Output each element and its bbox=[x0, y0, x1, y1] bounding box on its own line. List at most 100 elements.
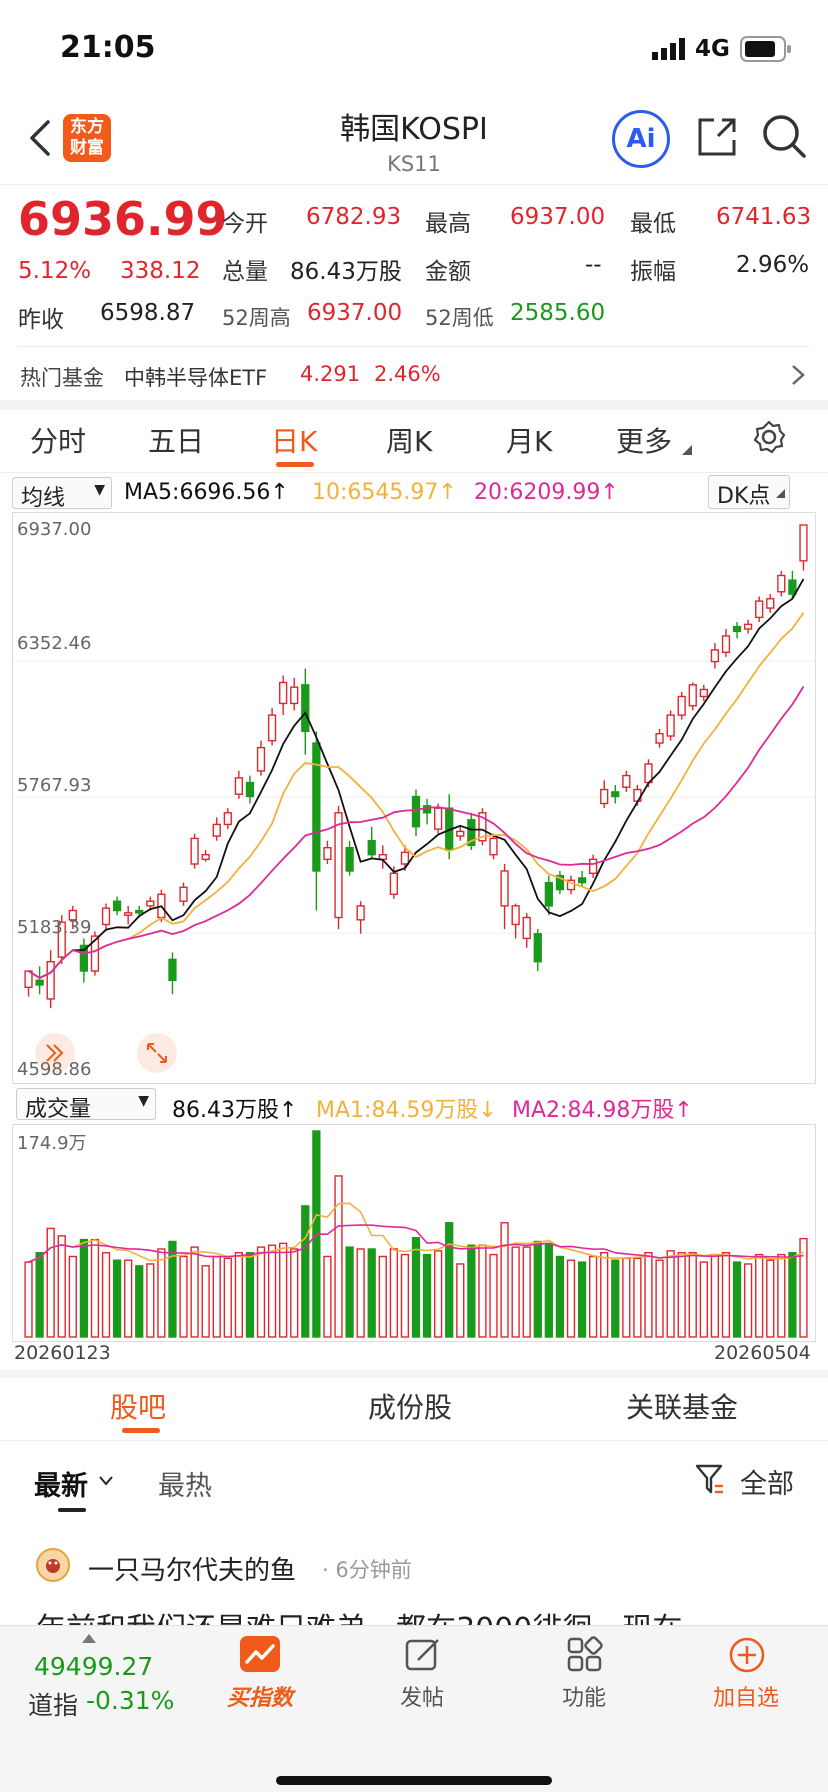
dk-label: DK点 bbox=[717, 484, 771, 509]
add-watchlist-button[interactable]: 加自选 bbox=[686, 1636, 806, 1716]
candle-body bbox=[522, 916, 531, 940]
vol-ma2-legend: MA2:84.98万股↑ bbox=[512, 1098, 693, 1123]
tab-wuri[interactable]: 五日 bbox=[148, 420, 204, 460]
tab-more[interactable]: 更多 bbox=[616, 420, 672, 460]
volume-bar bbox=[101, 1252, 111, 1338]
filter-latest-underline bbox=[58, 1508, 86, 1512]
candle-body bbox=[179, 886, 188, 902]
post-label: 发帖 bbox=[399, 1686, 444, 1711]
vol-max-label: 174.9万 bbox=[17, 1133, 87, 1154]
candle-body bbox=[788, 579, 797, 595]
hot-fund-pct: 2.46% bbox=[374, 362, 441, 386]
home-indicator bbox=[276, 1776, 552, 1785]
candle-body bbox=[544, 881, 553, 907]
expand-icon[interactable] bbox=[137, 1033, 177, 1073]
tab-fenshi[interactable]: 分时 bbox=[30, 420, 86, 460]
volume-bar bbox=[788, 1252, 797, 1338]
buy-index-label: 买指数 bbox=[226, 1686, 293, 1711]
vol-ma1-legend: MA1:84.59万股↓ bbox=[316, 1098, 497, 1123]
dk-button[interactable]: DK点 bbox=[708, 475, 790, 509]
volume-bar bbox=[755, 1253, 764, 1338]
candle-body bbox=[688, 684, 697, 707]
hot-fund-name: 中韩半导体ETF bbox=[124, 366, 268, 390]
candle-body bbox=[777, 574, 786, 593]
current-price: 6936.99 bbox=[18, 192, 228, 246]
pull-up-caret-icon[interactable] bbox=[82, 1628, 96, 1647]
candle-body bbox=[223, 812, 232, 826]
kline-chart[interactable]: 6937.00 6352.46 5767.93 5183.39 4598.86 bbox=[12, 512, 816, 1084]
add-watchlist-label: 加自选 bbox=[712, 1686, 779, 1711]
candle-body bbox=[267, 714, 277, 742]
candle-body bbox=[301, 684, 310, 733]
candle-body bbox=[511, 905, 520, 926]
amplitude-value: 2.96% bbox=[736, 252, 810, 278]
tab-related-funds[interactable]: 关联基金 bbox=[626, 1386, 738, 1426]
post-author[interactable]: 一只马尔代夫的鱼 bbox=[88, 1550, 296, 1587]
volume-bar bbox=[68, 1255, 77, 1338]
candle-body bbox=[312, 742, 321, 872]
volume-bar bbox=[655, 1259, 664, 1338]
filter-latest[interactable]: 最新 bbox=[34, 1464, 88, 1503]
candle-body bbox=[611, 791, 620, 798]
tab-components[interactable]: 成份股 bbox=[368, 1386, 452, 1426]
avatar[interactable] bbox=[36, 1548, 70, 1582]
page-title: 韩国KOSPI bbox=[340, 112, 488, 147]
double-chevron-icon[interactable] bbox=[35, 1033, 75, 1073]
ma-selector[interactable]: 均线 ▼ bbox=[12, 477, 112, 511]
volume-bar bbox=[677, 1252, 686, 1338]
volume-bar bbox=[500, 1222, 509, 1338]
ma5-legend: MA5:6696.56↑ bbox=[124, 480, 289, 505]
divider bbox=[18, 346, 810, 347]
tab-zhouk[interactable]: 周K bbox=[386, 420, 432, 460]
volume-svg bbox=[24, 1130, 808, 1338]
candle-body bbox=[577, 877, 587, 884]
functions-label: 功能 bbox=[561, 1686, 606, 1711]
candle-body bbox=[710, 649, 720, 663]
candle-body bbox=[766, 598, 775, 609]
candle-body bbox=[500, 870, 509, 907]
volume-bar bbox=[511, 1246, 520, 1338]
filter-all[interactable]: 全部 bbox=[740, 1462, 794, 1501]
volume-bar bbox=[522, 1246, 531, 1338]
post-button[interactable]: 发帖 bbox=[362, 1636, 482, 1716]
volume-bar bbox=[644, 1252, 653, 1338]
candle-body bbox=[146, 900, 155, 907]
volume-bar bbox=[79, 1238, 89, 1338]
functions-button[interactable]: 功能 bbox=[524, 1636, 644, 1716]
post-preview[interactable]: 年前和我们还是难兄难弟，都在3000徘徊，现在 bbox=[36, 1608, 816, 1626]
volume-bar bbox=[46, 1227, 55, 1338]
tab-rik[interactable]: 日K bbox=[271, 420, 317, 460]
tab-yuek[interactable]: 月K bbox=[506, 420, 552, 460]
hot-fund-label: 热门基金 bbox=[20, 366, 104, 390]
dow-pct: -0.31% bbox=[86, 1686, 175, 1715]
volume-bar bbox=[245, 1252, 255, 1338]
candle-body bbox=[699, 688, 708, 698]
volume-bar bbox=[555, 1255, 565, 1338]
low-value: 6741.63 bbox=[716, 204, 812, 230]
change-amount: 338.12 bbox=[120, 258, 201, 284]
settings-icon[interactable] bbox=[752, 420, 786, 454]
filter-icon[interactable] bbox=[694, 1462, 726, 1496]
volume-bar bbox=[633, 1257, 642, 1338]
volume-bar bbox=[112, 1259, 122, 1338]
high52-label: 52周高 bbox=[222, 306, 291, 330]
hot-fund-row[interactable]: 热门基金 中韩半导体ETF 4.291 2.46% bbox=[0, 356, 828, 400]
dow-value: 49499.27 bbox=[34, 1652, 154, 1681]
volume-chart[interactable]: 174.9万 bbox=[12, 1124, 816, 1342]
plus-circle-icon bbox=[728, 1636, 766, 1674]
candle-body bbox=[389, 872, 398, 895]
tab-guba[interactable]: 股吧 bbox=[110, 1386, 166, 1426]
volume-bar bbox=[434, 1250, 443, 1338]
candle-body bbox=[190, 837, 199, 865]
volume-bar bbox=[666, 1250, 675, 1338]
volume-selector[interactable]: 成交量 ▼ bbox=[16, 1088, 156, 1122]
buy-index-button[interactable]: 买指数 bbox=[200, 1636, 320, 1716]
dow-label: 道指 bbox=[28, 1691, 79, 1720]
volume-bar bbox=[566, 1259, 576, 1338]
volume-bar bbox=[334, 1175, 343, 1338]
network-label: 4G bbox=[695, 36, 730, 62]
volume-bar bbox=[400, 1253, 410, 1338]
candle-body bbox=[101, 907, 111, 926]
candle-body bbox=[489, 837, 498, 856]
filter-hottest[interactable]: 最热 bbox=[158, 1464, 212, 1503]
